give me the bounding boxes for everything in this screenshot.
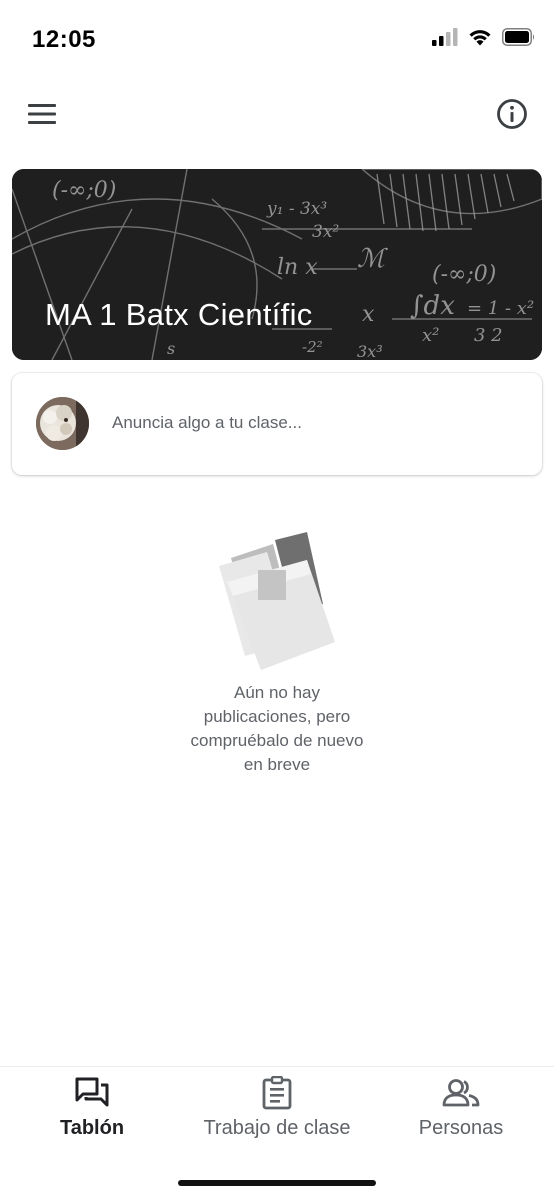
info-circle-icon	[496, 98, 528, 135]
svg-text:s: s	[167, 339, 175, 358]
tab-classwork[interactable]: Trabajo de clase	[186, 1067, 368, 1157]
svg-text:ln x: ln x	[277, 255, 318, 280]
svg-text:(-∞;0): (-∞;0)	[432, 262, 496, 287]
classwork-icon	[262, 1075, 292, 1111]
tab-stream[interactable]: Tablón	[22, 1067, 162, 1157]
stream-icon	[75, 1075, 109, 1111]
tab-people-label: Personas	[418, 1117, 504, 1139]
status-bar: 12:05	[0, 0, 554, 80]
svg-text:(-∞;0): (-∞;0)	[52, 178, 116, 203]
tab-stream-label: Tablón	[59, 1117, 125, 1139]
svg-text:∫dx: ∫dx	[410, 291, 455, 321]
app-bar	[0, 86, 554, 146]
status-icons	[432, 28, 536, 51]
empty-state-message: Aún no hay publicaciones, pero compruéba…	[150, 681, 404, 777]
svg-text:-2²: -2²	[302, 338, 323, 356]
svg-text:3 2: 3 2	[474, 325, 503, 346]
svg-text:3x²: 3x²	[312, 222, 339, 242]
wifi-icon	[468, 28, 492, 51]
empty-state-line: Aún no hay	[233, 683, 320, 702]
tab-people[interactable]: Personas	[398, 1067, 524, 1157]
class-title: MA 1 Batx Científic	[45, 297, 313, 332]
empty-state-line: en breve	[243, 755, 311, 774]
status-time: 12:05	[32, 26, 96, 53]
announce-input[interactable]: Anuncia algo a tu clase...	[112, 413, 302, 433]
empty-state-line: compruébalo de nuevo	[190, 731, 364, 750]
empty-stream-illustration	[215, 530, 340, 675]
svg-text:ℳ: ℳ	[357, 244, 388, 274]
svg-text:3x³: 3x³	[357, 342, 383, 360]
empty-state-line: publicaciones, pero	[203, 707, 351, 726]
hamburger-menu-icon	[28, 103, 56, 130]
svg-text:x²: x²	[422, 325, 439, 346]
home-indicator[interactable]	[178, 1180, 376, 1186]
svg-text:y₁ - 3x³: y₁ - 3x³	[266, 199, 327, 219]
class-banner[interactable]: (-∞;0) y₁ - 3x³ 3x² ln x ℳ (-∞;0) x ∫dx …	[12, 169, 542, 360]
tab-classwork-label: Trabajo de clase	[203, 1117, 351, 1139]
user-avatar	[36, 397, 89, 450]
svg-text:x: x	[362, 302, 375, 327]
cellular-signal-icon	[432, 28, 458, 51]
svg-text:= 1 - x²: = 1 - x²	[467, 298, 534, 319]
battery-icon	[502, 28, 536, 51]
menu-button[interactable]	[22, 98, 62, 134]
announce-card[interactable]: Anuncia algo a tu clase...	[12, 373, 542, 475]
class-info-button[interactable]	[492, 96, 532, 136]
people-icon	[442, 1075, 480, 1111]
